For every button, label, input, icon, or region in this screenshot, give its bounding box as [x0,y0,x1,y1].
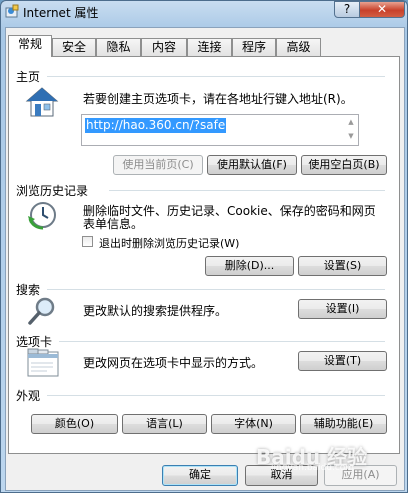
fonts-button[interactable]: 字体(N) [211,414,296,434]
history-description-line2: 表单信息。 [83,217,144,231]
home-description: 若要创建主页选项卡，请在各地址行键入地址(R)。 [83,92,353,106]
delete-history-button[interactable]: 删除(D)... [205,256,294,276]
use-current-page-button[interactable]: 使用当前页(C) [113,155,203,175]
history-group-divider [109,190,385,191]
use-blank-button[interactable]: 使用空白页(B) [301,155,387,175]
tab-programs[interactable]: 程序 [232,38,276,56]
dialog-client-area: 常规 安全 隐私 内容 连接 程序 高级 主页 若要创建主页选项卡，请在各地址行… [5,27,405,491]
tab-connections[interactable]: 连接 [187,38,232,56]
home-group-divider [47,76,385,77]
tabs-group-divider [59,341,385,342]
tab-security[interactable]: 安全 [52,38,96,56]
home-icon [25,87,59,117]
internet-properties-window: Internet 属性 ? ✕ 常规 安全 隐私 内容 连接 程序 高级 主页 … [0,0,408,493]
internet-options-icon [5,4,19,18]
colors-button[interactable]: 颜色(O) [31,414,118,434]
url-box-scroll-arrows-icon[interactable]: ▲ ▼ [344,115,358,145]
search-description: 更改默认的搜索提供程序。 [83,304,228,318]
appearance-group-label: 外观 [16,389,41,403]
languages-button[interactable]: 语言(L) [122,414,207,434]
tab-privacy[interactable]: 隐私 [96,38,141,56]
delete-history-on-exit-label: 退出时删除浏览历史记录(W) [99,237,240,250]
appearance-group-divider [47,395,385,396]
window-title: Internet 属性 [23,6,99,20]
tab-advanced[interactable]: 高级 [276,38,321,56]
home-page-url-value: http://hao.360.cn/?safe [85,118,227,133]
search-group-divider [47,289,385,290]
history-clock-icon [28,202,56,230]
tab-general[interactable]: 常规 [8,35,52,57]
home-group-label: 主页 [16,70,41,84]
close-button[interactable]: ✕ [359,1,405,18]
delete-history-on-exit-checkbox[interactable] [82,236,93,247]
use-default-button[interactable]: 使用默认值(F) [207,155,297,175]
accessibility-button[interactable]: 辅助功能(E) [300,414,387,434]
tabbed-window-icon [27,348,59,377]
tabs-settings-button[interactable]: 设置(T) [298,351,387,371]
tab-content[interactable]: 内容 [141,38,187,56]
general-tab-panel: 主页 若要创建主页选项卡，请在各地址行键入地址(R)。 http://hao.3… [8,56,400,454]
search-settings-button[interactable]: 设置(I) [298,299,387,319]
ok-button[interactable]: 确定 [162,465,238,486]
tabs-description: 更改网页在选项卡中显示的方式。 [83,356,264,370]
history-group-label: 浏览历史记录 [16,184,89,198]
search-magnifier-icon [28,297,55,325]
help-button[interactable]: ? [334,1,360,18]
home-page-url-input[interactable]: http://hao.360.cn/?safe ▲ ▼ [81,114,359,146]
baidu-jingyan-watermark-url: jingyan.baidu.com [271,463,355,473]
history-settings-button[interactable]: 设置(S) [298,256,387,276]
